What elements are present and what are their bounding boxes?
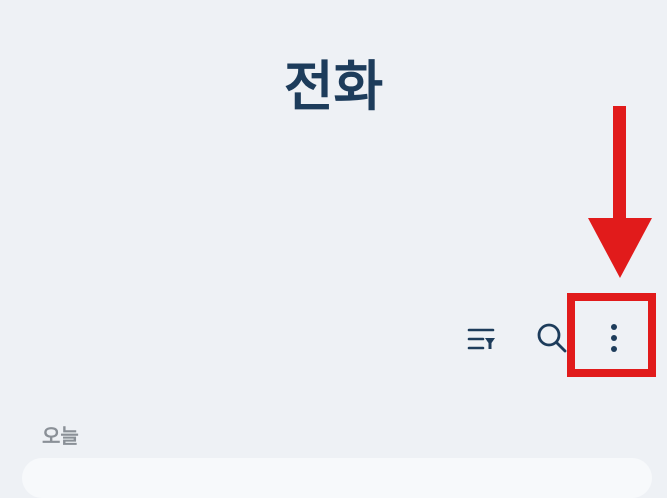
section-label-today: 오늘: [42, 424, 79, 448]
filter-list-icon: [465, 323, 499, 361]
call-log-card[interactable]: [22, 458, 652, 498]
filter-button[interactable]: [460, 320, 504, 364]
search-icon: [534, 320, 570, 360]
page-title: 전화: [283, 55, 384, 118]
down-arrow-annotation: [588, 106, 652, 284]
highlight-box: [567, 293, 656, 377]
